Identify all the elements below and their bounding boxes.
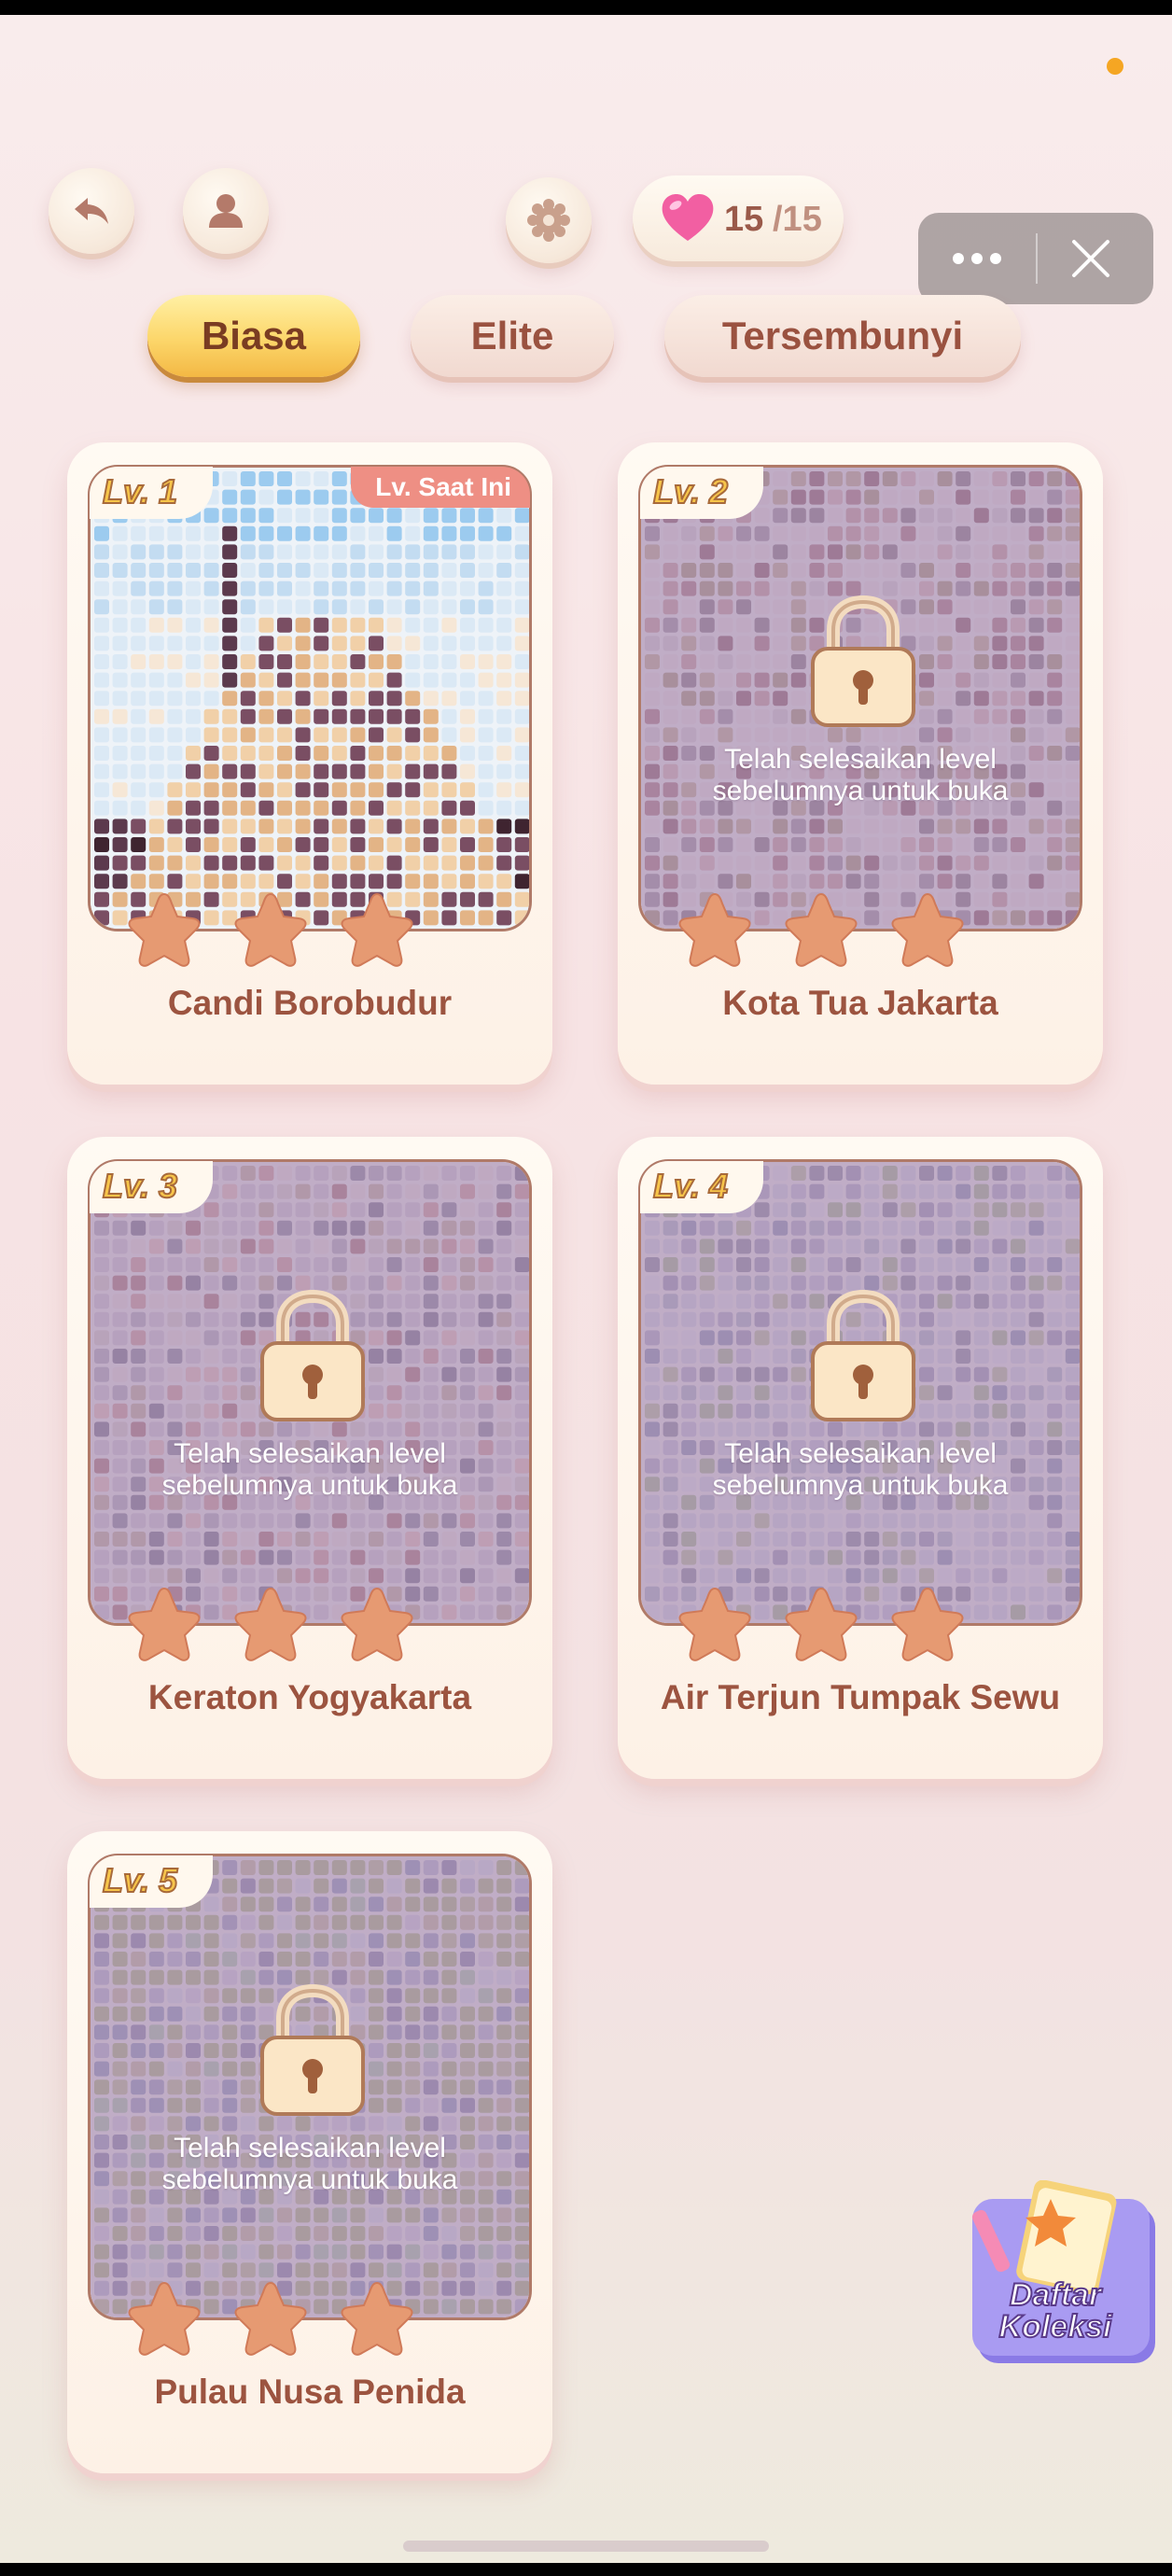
more-button[interactable] bbox=[944, 231, 1010, 286]
profile-button[interactable] bbox=[183, 168, 269, 254]
star-rating bbox=[618, 1585, 1103, 1669]
back-arrow-icon bbox=[75, 198, 108, 224]
star-icon bbox=[128, 892, 201, 967]
level-artwork: Telah selesaikan level sebelumnya untuk … bbox=[88, 1159, 532, 1626]
user-icon bbox=[209, 194, 243, 228]
lives-current: 15 bbox=[724, 200, 764, 239]
level-title: Keraton Yogyakarta bbox=[147, 1678, 472, 1716]
collection-label-line2: Koleksi bbox=[998, 2308, 1113, 2345]
star-icon bbox=[891, 892, 964, 967]
level-number: Lv. 1 bbox=[102, 471, 178, 511]
level-card-2[interactable]: Telah selesaikan level sebelumnya untuk … bbox=[618, 442, 1103, 1085]
level-badge: Lv. 2 bbox=[640, 467, 763, 519]
star-icon bbox=[341, 1587, 413, 1661]
mini-program-capsule bbox=[918, 213, 1153, 304]
level-badge: Lv. 4 bbox=[640, 1161, 763, 1213]
level-title: Air Terjun Tumpak Sewu bbox=[660, 1678, 1061, 1716]
close-button[interactable] bbox=[1058, 231, 1123, 286]
level-card-1[interactable]: Lv. 1 Lv. Saat Ini Candi Borobudur bbox=[67, 442, 552, 1085]
star-icon bbox=[891, 1587, 964, 1661]
star-icon bbox=[341, 892, 413, 967]
level-title: Kota Tua Jakarta bbox=[722, 984, 998, 1022]
level-number: Lv. 5 bbox=[102, 1860, 178, 1900]
star-rating bbox=[67, 1585, 552, 1669]
more-dots-icon bbox=[953, 253, 1001, 264]
settings-button[interactable] bbox=[506, 177, 592, 263]
lock-icon bbox=[811, 595, 915, 727]
level-badge: Lv. 1 bbox=[90, 467, 213, 519]
close-icon bbox=[1072, 240, 1109, 277]
gear-icon bbox=[527, 199, 570, 242]
level-number: Lv. 4 bbox=[652, 1166, 729, 1206]
level-number: Lv. 2 bbox=[652, 471, 729, 511]
level-card-4[interactable]: Telah selesaikan level sebelumnya untuk … bbox=[618, 1137, 1103, 1779]
lock-icon bbox=[260, 1289, 365, 1421]
level-artwork: Telah selesaikan level sebelumnya untuk … bbox=[638, 465, 1082, 931]
level-number: Lv. 3 bbox=[102, 1166, 178, 1206]
tab-elite[interactable]: Elite bbox=[411, 295, 614, 377]
capsule-divider bbox=[1036, 233, 1038, 284]
star-icon bbox=[234, 1587, 307, 1661]
star-rating bbox=[618, 890, 1103, 974]
level-title: Pulau Nusa Penida bbox=[154, 2373, 466, 2411]
lives-counter: 15 /15 bbox=[633, 175, 844, 261]
level-card-3[interactable]: Telah selesaikan level sebelumnya untuk … bbox=[67, 1137, 552, 1779]
lock-icon bbox=[260, 1983, 365, 2116]
level-card-5[interactable]: Telah selesaikan level sebelumnya untuk … bbox=[67, 1831, 552, 2473]
star-icon bbox=[128, 2281, 201, 2356]
star-icon bbox=[128, 1587, 201, 1661]
notification-dot bbox=[1107, 58, 1123, 75]
star-icon bbox=[785, 892, 858, 967]
star-icon bbox=[678, 1587, 751, 1661]
lock-message: Telah selesaikan level sebelumnya untuk … bbox=[161, 2133, 458, 2195]
level-artwork: Telah selesaikan level sebelumnya untuk … bbox=[88, 1854, 532, 2320]
current-level-tag: Lv. Saat Ini bbox=[351, 467, 530, 508]
star-icon bbox=[678, 892, 751, 967]
star-icon bbox=[341, 2281, 413, 2356]
star-icon bbox=[234, 892, 307, 967]
lock-message: Telah selesaikan level sebelumnya untuk … bbox=[161, 1438, 458, 1501]
pixel-art-image bbox=[91, 468, 529, 929]
heart-icon bbox=[662, 194, 714, 241]
lock-icon bbox=[811, 1289, 915, 1421]
level-badge: Lv. 5 bbox=[90, 1855, 213, 1908]
lock-message: Telah selesaikan level sebelumnya untuk … bbox=[712, 1438, 1009, 1501]
lives-total: /15 bbox=[773, 200, 822, 239]
home-indicator bbox=[403, 2541, 769, 2552]
level-title: Candi Borobudur bbox=[167, 984, 453, 1022]
star-rating bbox=[67, 2279, 552, 2363]
tab-biasa[interactable]: Biasa bbox=[147, 295, 360, 377]
back-button[interactable] bbox=[49, 168, 134, 254]
bottom-bar bbox=[0, 2563, 1172, 2576]
star-icon bbox=[785, 1587, 858, 1661]
tab-tersembunyi[interactable]: Tersembunyi bbox=[664, 295, 1021, 377]
level-badge: Lv. 3 bbox=[90, 1161, 213, 1213]
star-icon bbox=[234, 2281, 307, 2356]
level-artwork: Telah selesaikan level sebelumnya untuk … bbox=[638, 1159, 1082, 1626]
level-artwork bbox=[88, 465, 532, 931]
status-bar bbox=[0, 0, 1172, 15]
star-rating bbox=[67, 890, 552, 974]
lock-message: Telah selesaikan level sebelumnya untuk … bbox=[712, 744, 1009, 806]
collection-button[interactable]: Daftar Koleksi bbox=[965, 2179, 1165, 2373]
